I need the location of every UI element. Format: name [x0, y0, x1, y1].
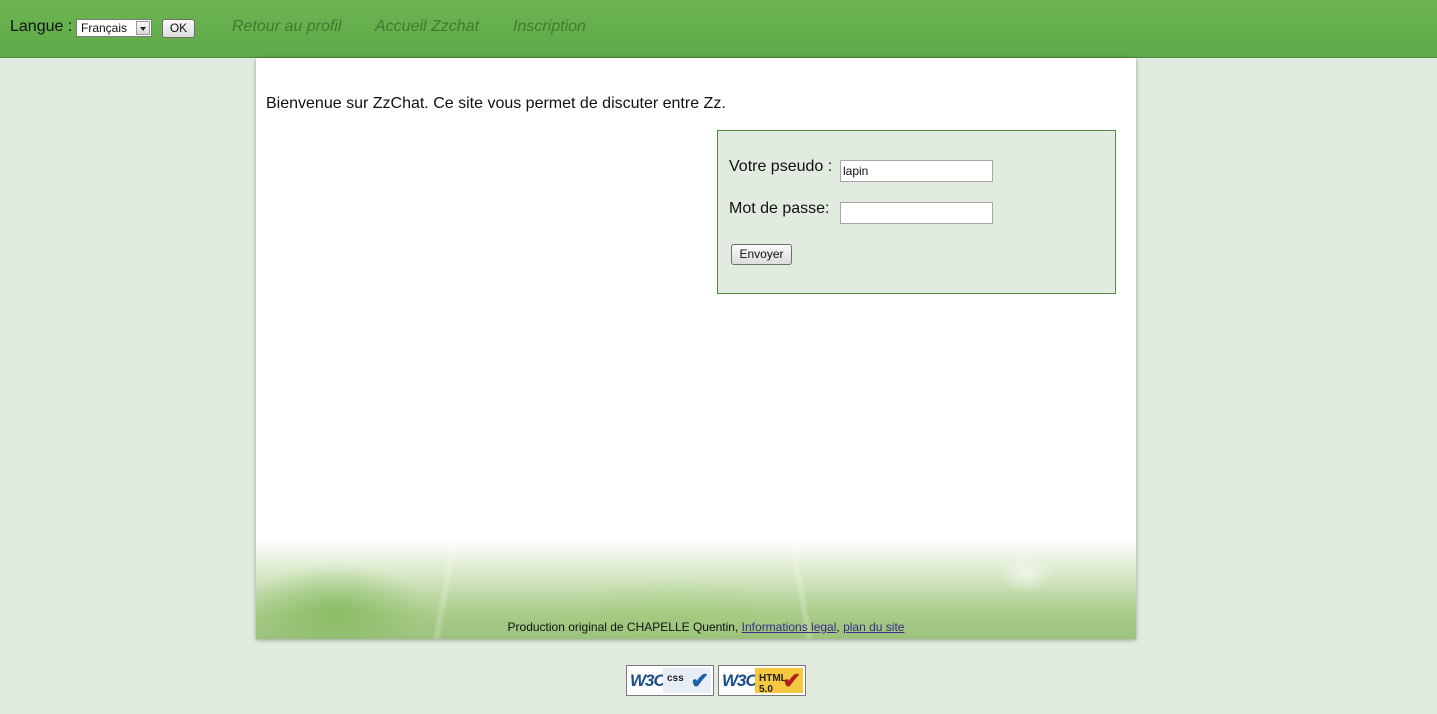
language-label: Langue :	[10, 18, 73, 35]
nav-link-back-to-profile[interactable]: Retour au profil	[232, 18, 341, 36]
language-select[interactable]: Français	[76, 19, 152, 37]
w3c-html5-badge[interactable]: W3C HTML 5.0 ✔	[718, 665, 806, 696]
submit-button[interactable]: Envoyer	[731, 244, 792, 265]
nav-link-signup[interactable]: Inscription	[513, 18, 586, 36]
main-content-panel: Bienvenue sur ZzChat. Ce site vous perme…	[256, 58, 1136, 639]
password-input[interactable]	[840, 202, 993, 224]
language-selected-value: Français	[81, 21, 128, 35]
checkmark-icon: ✔	[782, 668, 801, 693]
language-ok-button[interactable]: OK	[162, 19, 195, 38]
css-label: css	[667, 673, 684, 684]
legal-info-link[interactable]: Informations legal	[742, 620, 837, 634]
top-bar: Langue : Français OK Retour au profil Ac…	[0, 0, 1437, 58]
password-label: Mot de passe:	[729, 200, 830, 217]
footer-credits: Production original de CHAPELLE Quentin,…	[256, 620, 1136, 634]
pseudo-label: Votre pseudo :	[729, 158, 833, 175]
pseudo-input[interactable]: lapin	[840, 160, 993, 182]
chevron-down-icon[interactable]	[136, 21, 150, 35]
footer-separator: ,	[836, 620, 840, 634]
login-form: Votre pseudo : lapin Mot de passe: Envoy…	[717, 130, 1116, 294]
footer-credit-text: Production original de CHAPELLE Quentin,	[507, 620, 739, 634]
w3c-logo: W3C	[722, 671, 758, 690]
w3c-css-badge[interactable]: W3C css ✔	[626, 665, 714, 696]
w3c-logo: W3C	[630, 671, 666, 690]
sitemap-link[interactable]: plan du site	[843, 620, 904, 634]
checkmark-icon: ✔	[690, 668, 709, 693]
welcome-message: Bienvenue sur ZzChat. Ce site vous perme…	[266, 95, 726, 112]
nav-link-zzchat-home[interactable]: Accueil Zzchat	[375, 18, 479, 36]
